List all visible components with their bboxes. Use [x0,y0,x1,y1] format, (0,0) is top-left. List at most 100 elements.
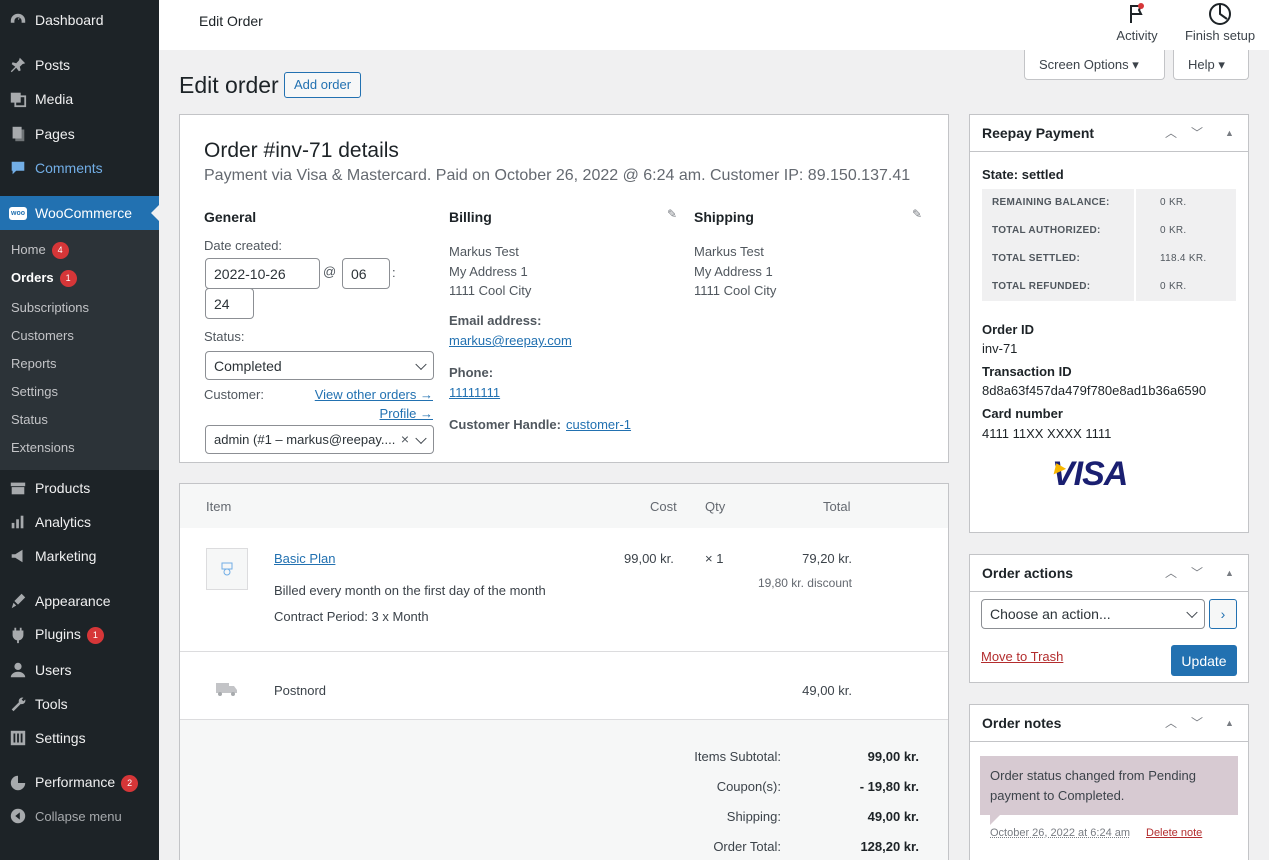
menu-posts[interactable]: Posts [0,48,159,82]
tools-icon [8,694,28,714]
pages-icon [8,124,28,144]
move-down-icon[interactable]: ﹀ [1191,564,1203,581]
submenu-settings[interactable]: Settings [11,384,58,399]
chevron-down-icon [415,358,427,370]
edit-billing-pencil-icon[interactable]: ✎ [667,207,677,221]
customer-handle-link[interactable]: customer-1 [566,417,631,432]
menu-label: WooCommerce [35,205,132,221]
submenu-customers[interactable]: Customers [11,328,74,343]
menu-products[interactable]: Products [0,471,159,505]
dashboard-icon [8,10,28,30]
toggle-panel-icon[interactable]: ▲ [1225,128,1234,138]
page-heading: Edit order [179,72,279,98]
reepay-heading: Reepay Payment [970,115,1248,152]
order-notes-panel: Order notes ︿ ﹀ ▲ Order status changed f… [969,704,1249,860]
screen-options-button[interactable]: Screen Options ▾ [1024,50,1165,80]
apply-action-button[interactable]: › [1209,599,1237,629]
menu-comments[interactable]: Comments [0,151,159,185]
submenu-extensions[interactable]: Extensions [11,440,75,455]
product-link[interactable]: Basic Plan [274,551,335,566]
time-colon: : [392,265,396,280]
order-total-value: 128,20 kr. [860,839,919,854]
status-select[interactable]: Completed [205,351,434,380]
submenu-reports[interactable]: Reports [11,356,57,371]
edit-shipping-pencil-icon[interactable]: ✎ [912,207,922,221]
order-details-panel: Order #inv-71 details Payment via Visa &… [179,114,949,463]
progress-circle-icon [1209,3,1231,25]
date-created-input[interactable]: 2022-10-26 [205,258,320,289]
email-link[interactable]: markus@reepay.com [449,333,572,348]
submenu-subscriptions[interactable]: Subscriptions [11,300,89,315]
plugins-badge: 1 [86,627,104,644]
woo-icon: woo [8,203,28,223]
item-total: 79,20 kr. [802,551,852,566]
menu-media[interactable]: Media [0,82,159,116]
toggle-panel-icon[interactable]: ▲ [1225,718,1234,728]
menu-marketing[interactable]: Marketing [0,539,159,573]
delete-note-link[interactable]: Delete note [1146,827,1202,839]
menu-analytics[interactable]: Analytics [0,505,159,539]
shipping-method-name: Postnord [274,683,327,698]
move-down-icon[interactable]: ﹀ [1191,124,1203,141]
menu-pages[interactable]: Pages [0,117,159,151]
item-discount: 19,80 kr. discount [757,576,852,590]
admin-sidebar: Dashboard Posts Media Pages Comments woo… [0,0,159,860]
update-button[interactable]: Update [1171,645,1237,676]
menu-collapse[interactable]: Collapse menu [0,799,159,833]
activity-button[interactable]: Activity [1109,2,1165,43]
menu-woocommerce[interactable]: woo WooCommerce [0,196,159,230]
pin-icon [8,55,28,75]
transaction-id-value: 8d8a63f457da479f780e8ad1b36a6590 [982,383,1207,398]
help-button[interactable]: Help ▾ [1173,50,1249,80]
menu-label: Marketing [35,548,97,564]
item-meta-billing: Billed every month on the first day of t… [274,583,546,598]
hour-input[interactable]: 06 [342,258,390,289]
customer-handle-label: Customer Handle: [449,417,561,432]
view-other-orders-link[interactable]: View other orders → [315,387,433,402]
page-title: Edit Order [199,13,263,29]
reepay-payment-panel: Reepay Payment ︿ ﹀ ▲ State: settled REMA… [969,114,1249,533]
total-authorized-row: TOTAL AUTHORIZED: 0 KR. [982,217,1236,245]
menu-users[interactable]: Users [0,653,159,687]
products-icon [8,478,28,498]
add-order-button[interactable]: Add order [284,72,362,98]
phone-link[interactable]: 11111111 [449,385,500,400]
item-column-header: Item [206,499,232,514]
flag-icon [1130,3,1144,23]
menu-label: Plugins 1 [35,626,104,644]
move-up-icon[interactable]: ︿ [1165,564,1177,581]
submenu-status[interactable]: Status [11,412,48,427]
finish-setup-button[interactable]: Finish setup [1181,2,1259,43]
move-to-trash-link[interactable]: Move to Trash [981,649,1063,664]
date-created-label: Date created: [204,238,283,253]
menu-plugins[interactable]: Plugins 1 [0,618,159,652]
customer-select[interactable]: admin (#1 – markus@reepay.... × [205,425,434,454]
settings-icon [8,728,28,748]
submenu-home[interactable]: Home 4 [11,242,69,259]
order-action-select[interactable]: Choose an action... [981,599,1205,629]
menu-settings[interactable]: Settings [0,721,159,755]
menu-appearance[interactable]: Appearance [0,584,159,618]
analytics-icon [8,512,28,532]
transaction-id-label: Transaction ID [982,364,1072,379]
menu-tools[interactable]: Tools [0,687,159,721]
menu-performance[interactable]: Performance 2 [0,766,159,800]
minute-input[interactable]: 24 [205,288,254,319]
move-up-icon[interactable]: ︿ [1165,124,1177,141]
menu-label: Settings [35,730,86,746]
toggle-panel-icon[interactable]: ▲ [1225,568,1234,578]
total-column-header: Total [823,499,851,514]
order-id-label: Order ID [982,322,1035,337]
clear-icon[interactable]: × [401,431,409,447]
profile-link[interactable]: Profile → [380,406,433,421]
truck-icon [216,681,238,700]
submenu-orders[interactable]: Orders 1 [11,270,77,287]
order-actions-panel: Order actions ︿ ﹀ ▲ Choose an action... … [969,554,1249,683]
move-down-icon[interactable]: ﹀ [1191,714,1203,731]
visa-flag-icon: ▸ [1054,457,1064,479]
shipping-address: Markus Test My Address 1 1111 Cool City [694,244,777,298]
note-date: October 26, 2022 at 6:24 am [990,827,1131,839]
move-up-icon[interactable]: ︿ [1165,714,1177,731]
general-heading: General [204,209,257,225]
menu-dashboard[interactable]: Dashboard [0,3,159,37]
